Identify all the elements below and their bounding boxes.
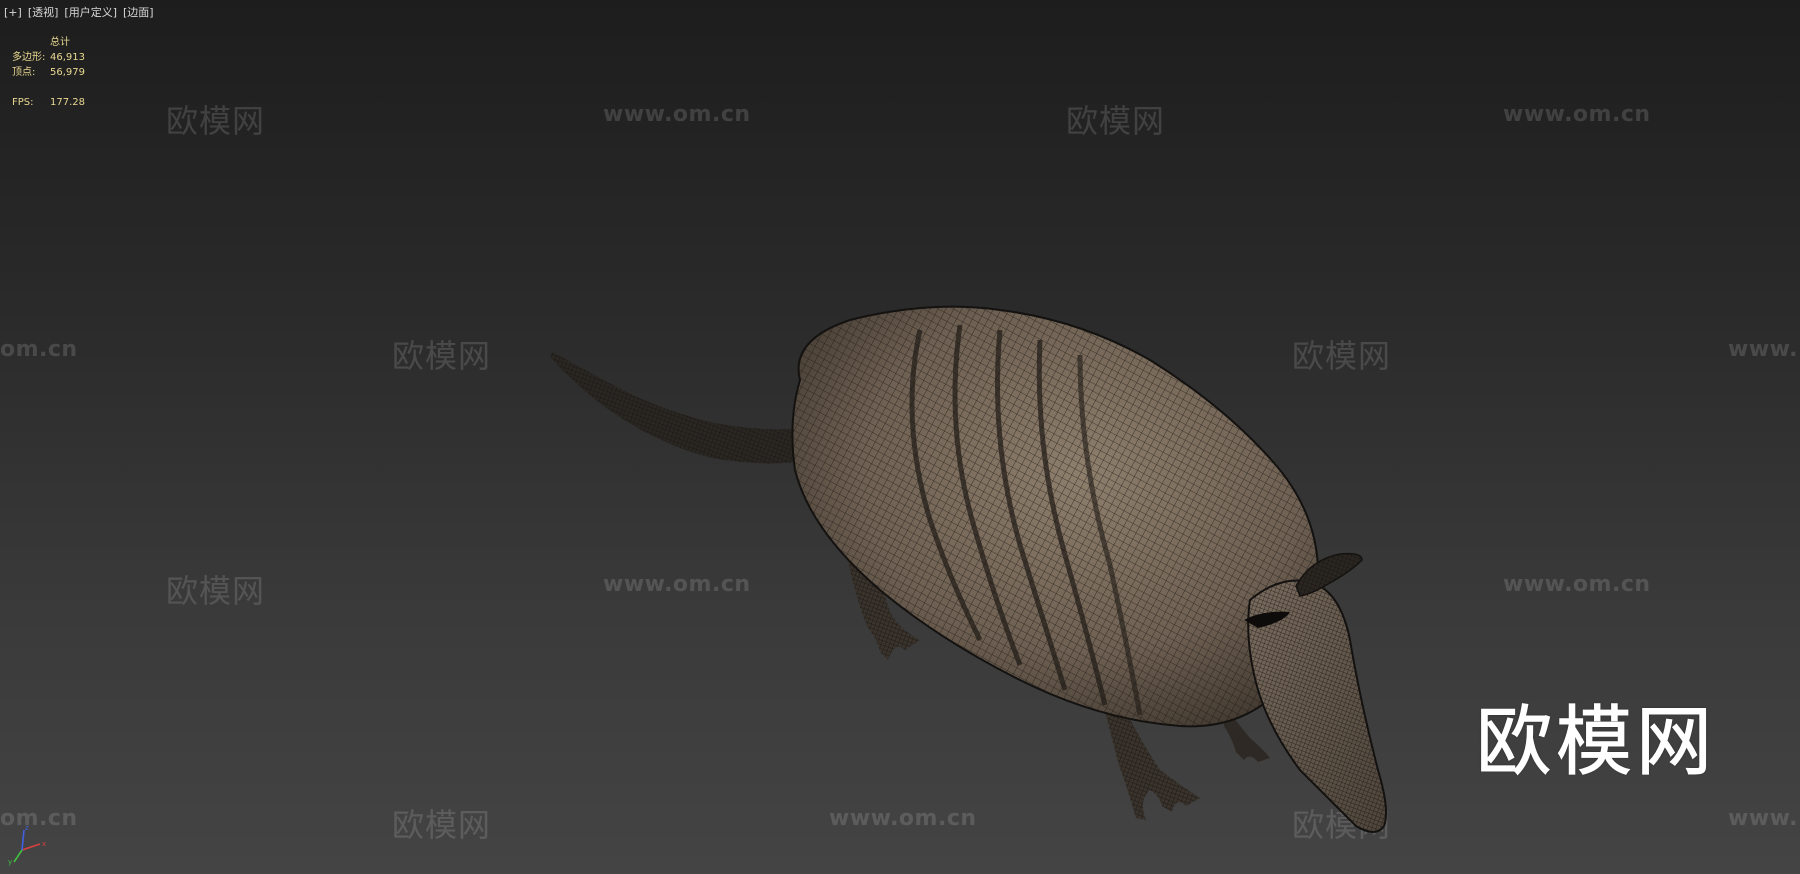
vertices-label: 顶点: (12, 67, 36, 78)
viewport-edges-menu[interactable]: [边面] (123, 6, 154, 20)
viewport-shading-menu[interactable]: [用户定义] (64, 6, 117, 20)
axis-gizmo-icon: x y z (8, 824, 46, 866)
stats-header: 总计 (50, 37, 70, 48)
3d-viewport[interactable]: 欧模网 www.om.cn 欧模网 www.om.cn om.cn 欧模网 欧模… (0, 0, 1800, 874)
fps-label: FPS: (12, 97, 34, 108)
polygons-value: 46,913 (50, 52, 85, 63)
viewport-plus-menu[interactable]: [+] (4, 6, 22, 20)
viewport-statistics: 总计 多边形: 46,913 顶点: 56,979 FPS: 177.28 (12, 35, 85, 110)
polygons-label: 多边形: (12, 52, 46, 63)
viewport-view-menu[interactable]: [透视] (28, 6, 59, 20)
vertices-value: 56,979 (50, 67, 85, 78)
svg-text:y: y (8, 858, 12, 866)
svg-text:x: x (42, 840, 46, 848)
brand-logo: 欧模网 (1476, 697, 1716, 787)
svg-text:z: z (25, 824, 29, 832)
viewport-label-menu: [+] [透视] [用户定义] [边面] (4, 6, 154, 20)
fps-value: 177.28 (50, 97, 85, 108)
